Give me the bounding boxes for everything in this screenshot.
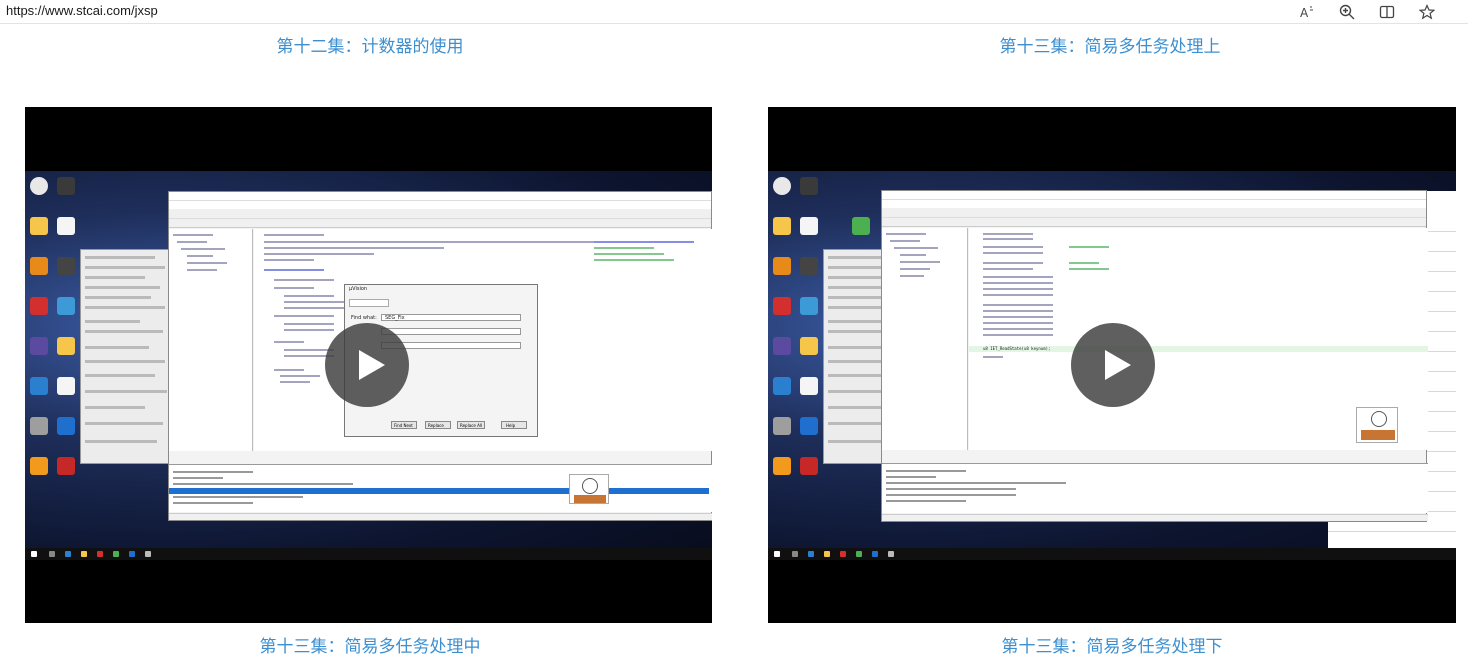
chrome-icon	[30, 177, 48, 195]
video-player-episode-13b[interactable]: μVision Find what: SEG_Fix Find Next Rep…	[25, 107, 712, 623]
find-next-button[interactable]: Find Next	[391, 421, 417, 429]
folder-icon	[57, 337, 75, 355]
video-player-episode-13c[interactable]: u8 IET_ReadState(u8 keynum);	[768, 107, 1456, 623]
file-icon	[57, 377, 75, 395]
replace-button[interactable]: Replace	[425, 421, 451, 429]
wps-icon	[30, 297, 48, 315]
file-icon	[57, 217, 75, 235]
taskbar	[768, 548, 1456, 560]
project-pane	[169, 229, 253, 451]
zoom-icon[interactable]	[1336, 1, 1358, 23]
app-icon	[800, 257, 818, 275]
file-icon	[800, 217, 818, 235]
browser-address-bar: https://www.stcai.com/jxsp A	[0, 0, 1468, 24]
mascot-image	[1356, 407, 1398, 443]
chrome-icon	[773, 177, 791, 195]
find-what-field[interactable]: SEG_Fix	[381, 314, 521, 321]
video-gallery: 第十二集：计数器的使用 第十三集：简易多任务处理上 μVision Find w…	[0, 25, 1468, 668]
split-screen-icon[interactable]	[1376, 1, 1398, 23]
app-icon	[57, 297, 75, 315]
file-icon	[800, 377, 818, 395]
keil-ide-window: μVision Find what: SEG_Fix Find Next Rep…	[168, 191, 712, 521]
app-icon	[800, 457, 818, 475]
favorite-star-icon[interactable]	[1416, 1, 1438, 23]
project-pane	[882, 228, 968, 450]
episode-title-13a[interactable]: 第十三集：简易多任务处理上	[880, 32, 1340, 57]
mascot-image	[569, 474, 609, 504]
app-icon	[30, 337, 48, 355]
app-icon	[30, 417, 48, 435]
find-what-label: Find what:	[351, 315, 377, 321]
url-text[interactable]: https://www.stcai.com/jxsp	[6, 3, 158, 18]
app-icon	[30, 377, 48, 395]
folder-icon	[30, 217, 48, 235]
play-button-icon[interactable]	[1071, 323, 1155, 407]
app-icon	[30, 457, 48, 475]
episode-title-13c[interactable]: 第十三集：简易多任务处理下	[882, 632, 1342, 657]
read-aloud-icon[interactable]: A	[1296, 1, 1318, 23]
help-button[interactable]: Help	[501, 421, 527, 429]
app-icon	[800, 297, 818, 315]
app-icon	[773, 377, 791, 395]
wps-icon	[773, 297, 791, 315]
episode-title-12[interactable]: 第十二集：计数器的使用	[140, 32, 600, 57]
dialog-title: μVision	[349, 286, 368, 292]
replace-all-button[interactable]: Replace All	[457, 421, 485, 429]
app-icon	[30, 257, 48, 275]
svg-text:A: A	[1300, 6, 1309, 20]
stc-isp-window	[80, 249, 170, 464]
build-output	[882, 463, 1428, 513]
folder-icon	[800, 337, 818, 355]
build-output	[169, 464, 712, 512]
app-icon	[773, 417, 791, 435]
app-icon	[773, 337, 791, 355]
app-icon	[800, 177, 818, 195]
app-icon	[773, 257, 791, 275]
app-icon	[773, 457, 791, 475]
taskbar	[25, 548, 712, 560]
episode-title-13b[interactable]: 第十三集：简易多任务处理中	[140, 632, 600, 657]
app-icon	[57, 457, 75, 475]
app-icon	[800, 417, 818, 435]
app-icon	[57, 257, 75, 275]
app-icon	[57, 177, 75, 195]
folder-icon	[773, 217, 791, 235]
play-button-icon[interactable]	[325, 323, 409, 407]
app-icon	[57, 417, 75, 435]
file-icon	[852, 217, 870, 235]
code-highlight-line: u8 IET_ReadState(u8 keynum);	[983, 346, 1051, 351]
